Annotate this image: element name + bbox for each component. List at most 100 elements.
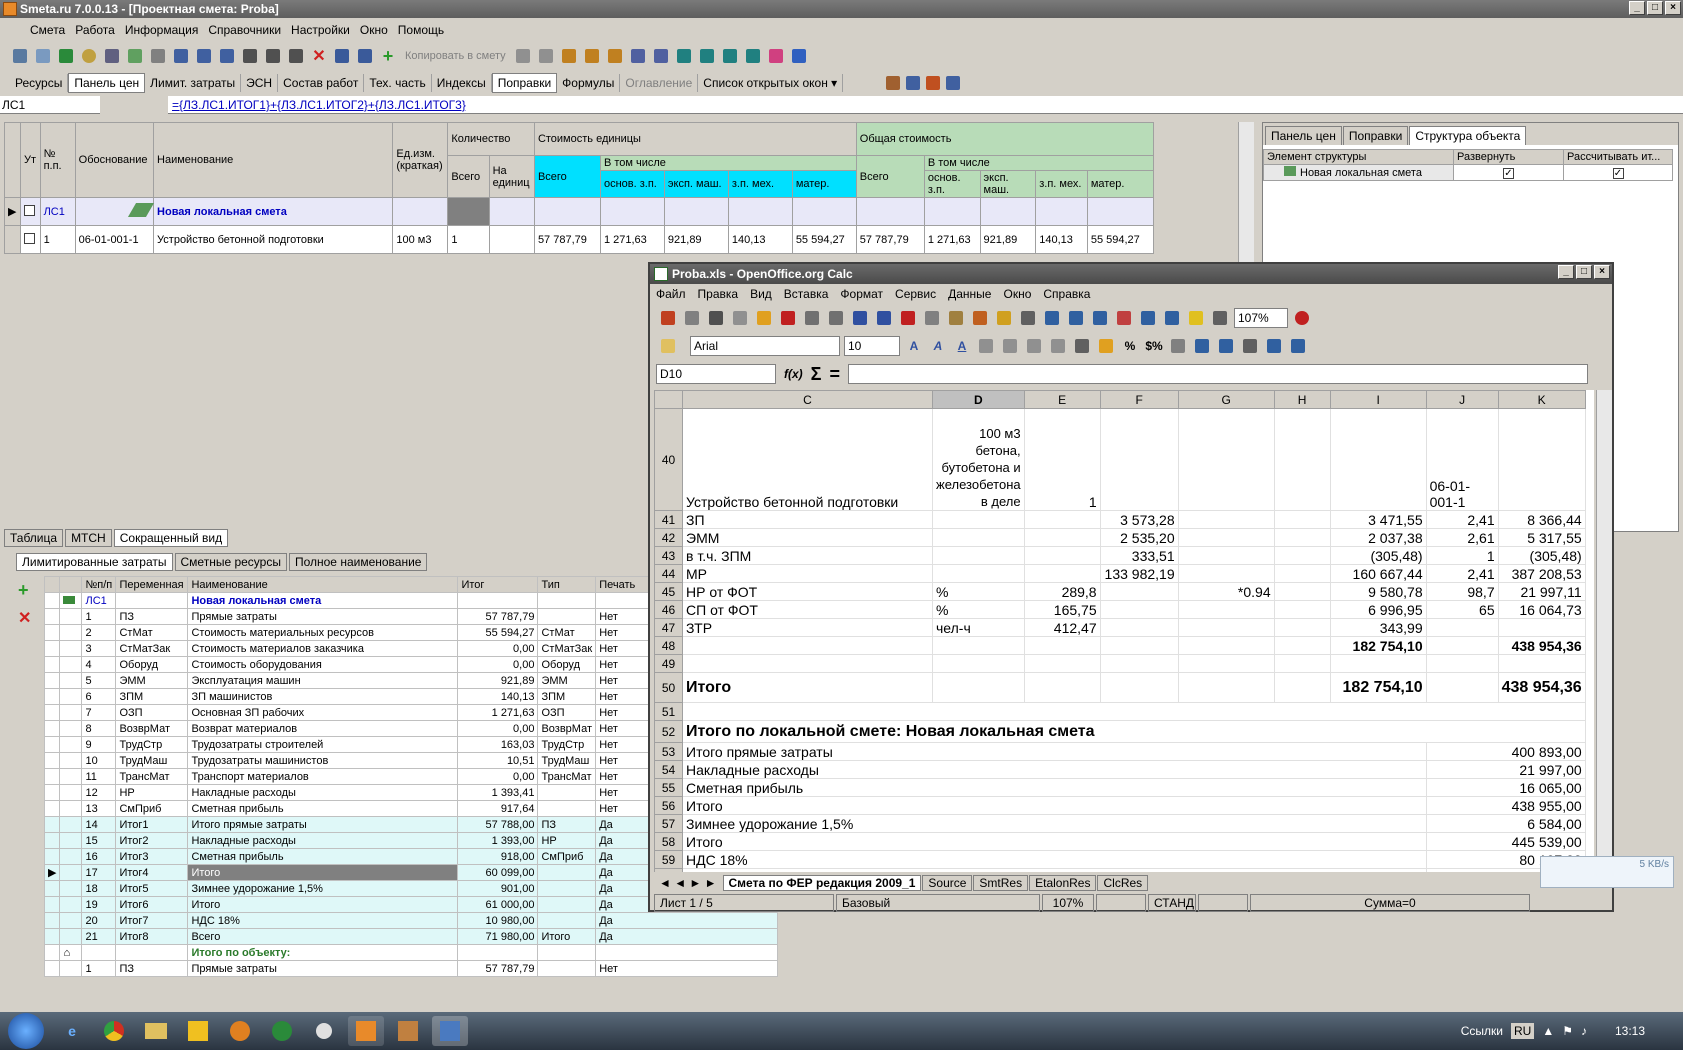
col-header-e[interactable]: E [1023,390,1101,409]
copy-doc-icon[interactable] [922,308,942,328]
doc-icon[interactable] [628,46,648,66]
tab-short-view[interactable]: Сокращенный вид [113,529,229,547]
table-row[interactable]: 57 Зимнее удорожание 1,5% 6 584,00 [654,814,1586,833]
calc-vertical-scrollbar[interactable] [1596,390,1612,872]
arrow-up-icon[interactable] [674,46,694,66]
summary-label[interactable]: Зимнее удорожание 1,5% [682,814,1427,833]
sheet-cell[interactable] [1099,600,1179,619]
cell-c40[interactable]: Устройство бетонной подготовки [682,408,933,511]
sheet-cell[interactable] [1273,510,1331,529]
table-row[interactable]: 60Всего525 736,00 [654,868,1586,872]
search-icon[interactable] [79,46,99,66]
bold-icon[interactable]: A [904,336,924,356]
cell[interactable] [682,702,1586,721]
sheet-cell[interactable] [1273,546,1331,565]
calc-menu-help[interactable]: Справка [1043,287,1090,301]
app4-icon[interactable] [390,1016,426,1046]
cell-e40[interactable]: 1 [1023,408,1101,511]
row-header[interactable]: 57 [654,814,683,833]
bricks-icon[interactable] [923,73,943,93]
smeta-icon[interactable] [348,1016,384,1046]
row-header[interactable]: 48 [654,636,683,655]
close-button[interactable]: × [1665,1,1681,15]
row-header[interactable]: 49 [654,654,683,673]
tray-arrow-icon[interactable]: ▲ [1542,1024,1554,1038]
menu-refs[interactable]: Справочники [208,23,281,37]
sheet-cell[interactable]: ЗТР [682,618,933,637]
calc-icon[interactable] [332,46,352,66]
app1-icon[interactable] [180,1016,216,1046]
cell-j40[interactable]: 06-01-001-1 [1425,408,1499,511]
tab-esn[interactable]: ЭСН [241,74,279,92]
table-row[interactable]: 21 Итог8 Всего 71 980,00 Итого Да [43,928,778,945]
sheet-cell[interactable] [1099,582,1179,601]
table-row[interactable]: 49 [654,654,1586,673]
undo-doc-icon[interactable] [994,308,1014,328]
tab-indexes[interactable]: Индексы [432,74,492,92]
sheet-cell[interactable] [1099,618,1179,637]
chart-icon[interactable] [559,46,579,66]
row-header[interactable]: 56 [654,796,683,815]
stamp-icon[interactable] [240,46,260,66]
zoom-select[interactable]: 107% [1234,308,1288,328]
copy-icon[interactable] [513,46,533,66]
row-header[interactable]: 55 [654,778,683,797]
sheet-cell[interactable] [1425,654,1499,673]
sheet-tab-etalonres[interactable]: EtalonRes [1029,875,1097,891]
sheet-cell[interactable]: 1 [1425,546,1499,565]
calc-menu-file[interactable]: Файл [656,287,686,301]
clock[interactable]: 13:13 [1615,1024,1645,1038]
cell[interactable] [1099,408,1179,511]
styles-icon[interactable] [658,336,678,356]
sheet-cell[interactable]: % [932,582,1025,601]
sheet-cell[interactable]: 8 366,44 [1497,510,1586,529]
tab-full-name[interactable]: Полное наименование [288,553,428,571]
sheet-cell[interactable] [1023,636,1101,655]
sheet-cell[interactable] [1273,618,1331,637]
add-row-icon[interactable]: + [18,580,44,608]
sheet-cell[interactable] [1177,564,1275,583]
table-row[interactable]: 43 в т.ч. ЗПМ 333,51 (305,48) 1 (305,48) [654,546,1586,565]
refresh-icon[interactable] [125,46,145,66]
chart3-icon[interactable] [605,46,625,66]
draw-icon[interactable] [1138,308,1158,328]
decrease-indent-icon[interactable] [1192,336,1212,356]
number-format-icon[interactable]: $% [1144,336,1164,356]
gallery-icon[interactable] [1186,308,1206,328]
sheet-cell[interactable] [932,528,1025,547]
summary-value[interactable]: 16 065,00 [1425,778,1586,797]
sheet-cell[interactable]: 5 317,55 [1497,528,1586,547]
menu-window[interactable]: Окно [360,23,388,37]
table-row[interactable]: 50 Итого 182 754,10 438 954,36 [654,672,1586,703]
sheet-cell[interactable]: 343,99 [1329,618,1427,637]
redo-doc-icon[interactable] [1018,308,1038,328]
col-header-f[interactable]: F [1099,390,1179,409]
calc-menu-tools[interactable]: Сервис [895,287,936,301]
table-row[interactable]: 40 Устройство бетонной подготовки 100 м3… [654,408,1586,511]
sheet-cell[interactable]: 333,51 [1099,546,1179,565]
cell[interactable] [1497,408,1586,511]
sheet-cell[interactable]: 133 982,19 [1099,564,1179,583]
preview-icon[interactable] [826,308,846,328]
cell[interactable] [1273,408,1331,511]
sheet-cell[interactable] [932,564,1025,583]
sheet-cell[interactable]: 2,41 [1425,564,1499,583]
sheet-cell[interactable] [1177,600,1275,619]
new-doc-icon[interactable] [658,308,678,328]
calc-menu-view[interactable]: Вид [750,287,772,301]
sheet-cell[interactable] [1497,654,1586,673]
col-header-j[interactable]: J [1425,390,1499,409]
paste-icon[interactable] [536,46,556,66]
col-header-i[interactable]: I [1329,390,1427,409]
row-header[interactable]: 47 [654,618,683,637]
align-right-icon[interactable] [1024,336,1044,356]
sheet-cell[interactable]: 98,7 [1425,582,1499,601]
list-item[interactable]: Новая локальная смета ✓ ✓ [1263,164,1673,181]
sheet-cell[interactable] [1023,546,1101,565]
sheet-cell[interactable] [1099,636,1179,655]
tab-formulas[interactable]: Формулы [557,74,621,92]
equals-icon[interactable]: = [829,364,840,385]
row-header[interactable]: 46 [654,600,683,619]
paste-doc-icon[interactable] [946,308,966,328]
formula-input[interactable] [848,364,1588,384]
